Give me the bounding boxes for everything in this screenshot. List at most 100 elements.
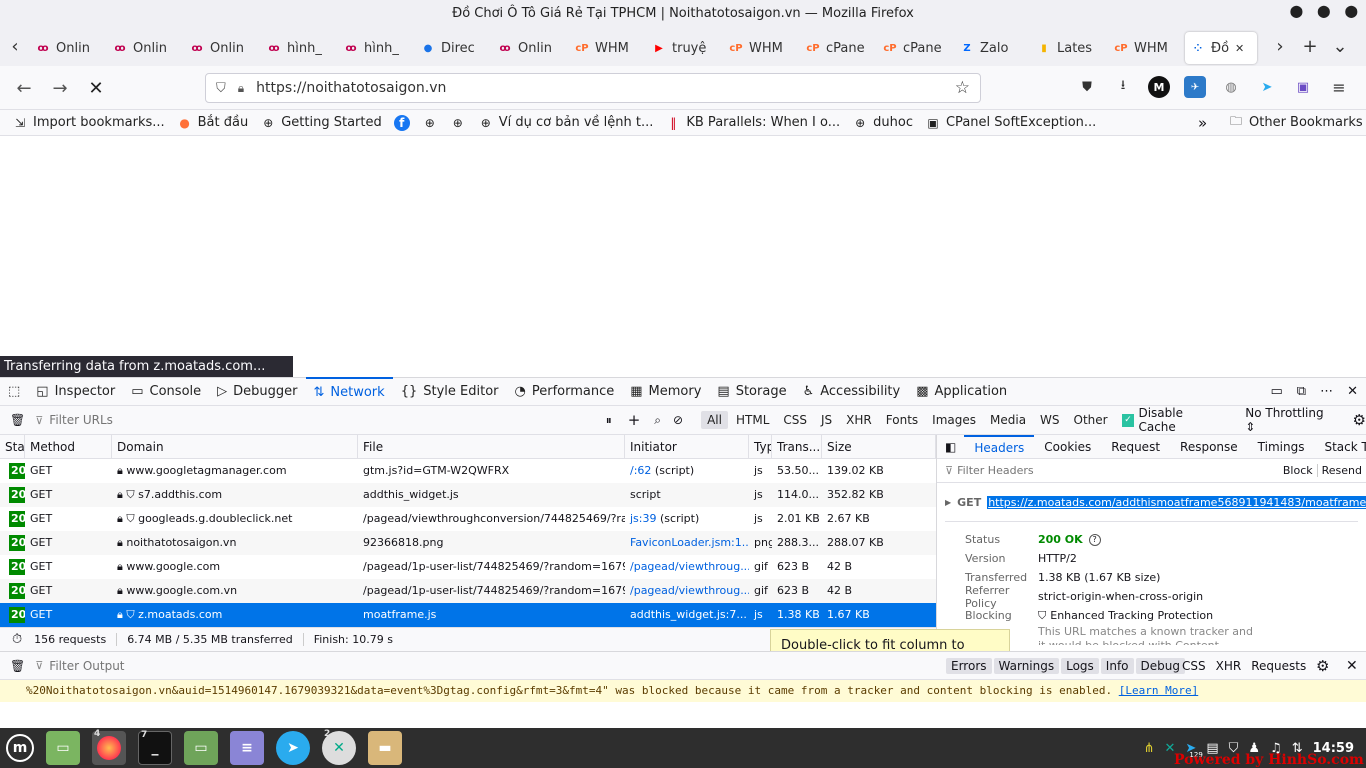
folder-taskbar-icon[interactable]: ▭ — [184, 731, 218, 765]
initiator-link[interactable]: script — [630, 488, 661, 501]
initiator-cell[interactable]: script — [625, 483, 749, 507]
bookmark-item[interactable]: ⊕ Ví dụ cơ bản về lệnh t... — [472, 115, 660, 131]
type-filter-css[interactable]: CSS — [777, 411, 813, 429]
console-filter-xhr[interactable]: XHR — [1216, 659, 1242, 673]
tab[interactable]: ⁘ Đồ ✕ — [1185, 32, 1257, 64]
tab[interactable]: cP WHM — [1108, 32, 1185, 64]
list-all-tabs-icon[interactable]: ⌄ — [1325, 36, 1355, 57]
initiator-link[interactable]: addthis_widget.js:7... — [630, 608, 747, 621]
bookmark-item[interactable]: ⊕ duhoc — [846, 115, 919, 131]
tab[interactable]: ▶ truyệ — [646, 32, 723, 64]
mint-menu-icon[interactable]: m — [6, 734, 34, 762]
tab[interactable]: cP WHM — [723, 32, 800, 64]
toggle-sidebar-icon[interactable]: ◧ — [937, 440, 964, 454]
details-tab-stack-t[interactable]: Stack T — [1314, 435, 1366, 459]
files-icon[interactable]: ▭ — [46, 731, 80, 765]
disable-cache-checkbox[interactable]: ✓ Disable Cache — [1121, 406, 1224, 434]
url-bar[interactable]: ⛉ 🔒︎ https://noithatotosaigon.vn ☆ — [205, 73, 981, 103]
tab[interactable]: ● Direc — [415, 32, 492, 64]
type-filter-html[interactable]: HTML — [730, 411, 775, 429]
responsive-design-icon[interactable]: ▭ — [1271, 384, 1283, 399]
devtools-tab-style-editor[interactable]: {} Style Editor — [393, 377, 507, 406]
console-level-debug[interactable]: Debug — [1135, 657, 1185, 674]
table-row[interactable]: 200 GET 🔒︎ noithatotosaigon.vn 92366818.png… — [0, 531, 936, 555]
back-icon[interactable]: ← — [6, 78, 42, 99]
help-icon[interactable]: ? — [1088, 533, 1101, 546]
search-icon[interactable]: ⌕ — [648, 413, 667, 428]
tab-scroll-right-icon[interactable]: › — [1265, 36, 1295, 57]
maximize-icon[interactable]: ⬤ — [1317, 4, 1330, 18]
clear-console-icon[interactable]: 🗑︎ — [0, 659, 35, 673]
network-tray-icon[interactable]: ⋔ — [1144, 741, 1155, 756]
details-tab-headers[interactable]: Headers — [964, 434, 1035, 459]
initiator-link[interactable]: /pagead/viewthroug... — [630, 584, 749, 597]
type-filter-xhr[interactable]: XHR — [840, 411, 878, 429]
table-row[interactable]: 200 GET 🔒︎ ⛉ z.moatads.com moatframe.js addt… — [0, 603, 936, 627]
tab[interactable]: cP cPane — [800, 32, 877, 64]
devtools-tab-inspector[interactable]: ◱ Inspector — [28, 377, 123, 406]
pocket-icon[interactable]: ⛊ — [1076, 76, 1098, 98]
tab[interactable]: ꝏ Onlin — [30, 32, 107, 64]
dock-mode-icon[interactable]: ⧉ — [1297, 384, 1306, 399]
xmind-icon[interactable]: 2 ✕ — [322, 729, 356, 765]
telegram-taskbar-icon[interactable]: ➤ — [276, 731, 310, 765]
devtools-menu-icon[interactable]: ⋯ — [1320, 384, 1333, 399]
block-requests-icon[interactable]: ⊘ — [667, 413, 689, 427]
type-filter-js[interactable]: JS — [815, 411, 838, 429]
initiator-link[interactable]: FaviconLoader.jsm:1... — [630, 536, 749, 549]
firefox-taskbar-icon[interactable]: 4 — [92, 729, 126, 765]
bookmark-item[interactable]: ⊕ — [444, 115, 472, 131]
details-tab-request[interactable]: Request — [1101, 435, 1170, 459]
text-editor-icon[interactable]: ≡ — [230, 731, 264, 765]
table-row[interactable]: 200 GET 🔒︎ ⛉ googleads.g.doubleclick.net/p… — [0, 507, 936, 531]
type-filter-images[interactable]: Images — [926, 411, 982, 429]
console-filter-requests[interactable]: Requests — [1251, 659, 1306, 673]
filter-output-input[interactable] — [43, 658, 644, 673]
tab[interactable]: ꝏ hình_ — [261, 32, 338, 64]
devtools-tab-storage[interactable]: ▤ Storage — [709, 377, 794, 406]
tab[interactable]: ꝏ Onlin — [107, 32, 184, 64]
m-extension-icon[interactable]: M — [1148, 76, 1170, 98]
stop-loading-icon[interactable]: ✕ — [78, 78, 114, 99]
throttling-select[interactable]: No Throttling ⇕ — [1245, 406, 1336, 434]
element-picker-icon[interactable]: ⬚ — [0, 377, 28, 406]
details-tab-timings[interactable]: Timings — [1248, 435, 1315, 459]
tab[interactable]: Z Zalo — [954, 32, 1031, 64]
tab[interactable]: cP WHM — [569, 32, 646, 64]
devtools-tab-performance[interactable]: ◔ Performance — [507, 377, 623, 406]
close-window-icon[interactable]: ⬤ — [1345, 4, 1358, 18]
devtools-tab-console[interactable]: ▭ Console — [123, 377, 209, 406]
type-filter-fonts[interactable]: Fonts — [880, 411, 924, 429]
clear-network-icon[interactable]: 🗑︎ — [0, 413, 35, 427]
tab[interactable]: ꝏ Onlin — [492, 32, 569, 64]
initiator-link[interactable]: js:39 — [630, 512, 657, 525]
other-bookmarks[interactable]: 🗀 Other Bookmarks — [1222, 114, 1366, 131]
minimize-icon[interactable]: ⬤ — [1290, 4, 1303, 18]
forward-icon[interactable]: → — [42, 78, 78, 99]
globe-extension-icon[interactable]: ◍ — [1220, 76, 1242, 98]
initiator-cell[interactable]: /pagead/viewthroug... — [625, 555, 749, 579]
expand-arrow-icon[interactable]: ▶ — [945, 498, 951, 507]
tab[interactable]: cP cPane — [877, 32, 954, 64]
url-text[interactable]: https://noithatotosaigon.vn — [256, 80, 446, 96]
initiator-cell[interactable]: FaviconLoader.jsm:1... — [625, 531, 749, 555]
column-header[interactable]: Sta — [0, 435, 25, 459]
column-header[interactable]: Size — [822, 435, 936, 459]
tracking-shield-icon[interactable]: ⛉ — [216, 81, 226, 96]
resend-button[interactable]: Resend — [1318, 464, 1366, 477]
console-settings-icon[interactable]: ⚙ — [1316, 657, 1329, 675]
type-filter-media[interactable]: Media — [984, 411, 1032, 429]
telegram-extension-icon[interactable]: ➤ — [1256, 76, 1278, 98]
devtools-tab-network[interactable]: ⇅ Network — [305, 377, 393, 406]
add-icon[interactable]: + — [620, 411, 649, 429]
pause-icon[interactable]: ⏸ — [598, 413, 620, 428]
bookmark-item[interactable]: ⇲ Import bookmarks... — [6, 115, 171, 131]
bookmark-item[interactable]: ⊕ Getting Started — [254, 115, 388, 131]
type-filter-all[interactable]: All — [701, 411, 728, 429]
app-menu-icon[interactable]: ≡ — [1328, 76, 1350, 98]
console-level-info[interactable]: Info — [1100, 657, 1134, 674]
bookmark-item[interactable]: ▣ CPanel SoftException... — [919, 115, 1102, 131]
console-level-errors[interactable]: Errors — [946, 657, 992, 674]
terminal-icon[interactable]: 7 _ — [138, 730, 172, 765]
bookmark-item[interactable]: ⊕ — [416, 115, 444, 131]
